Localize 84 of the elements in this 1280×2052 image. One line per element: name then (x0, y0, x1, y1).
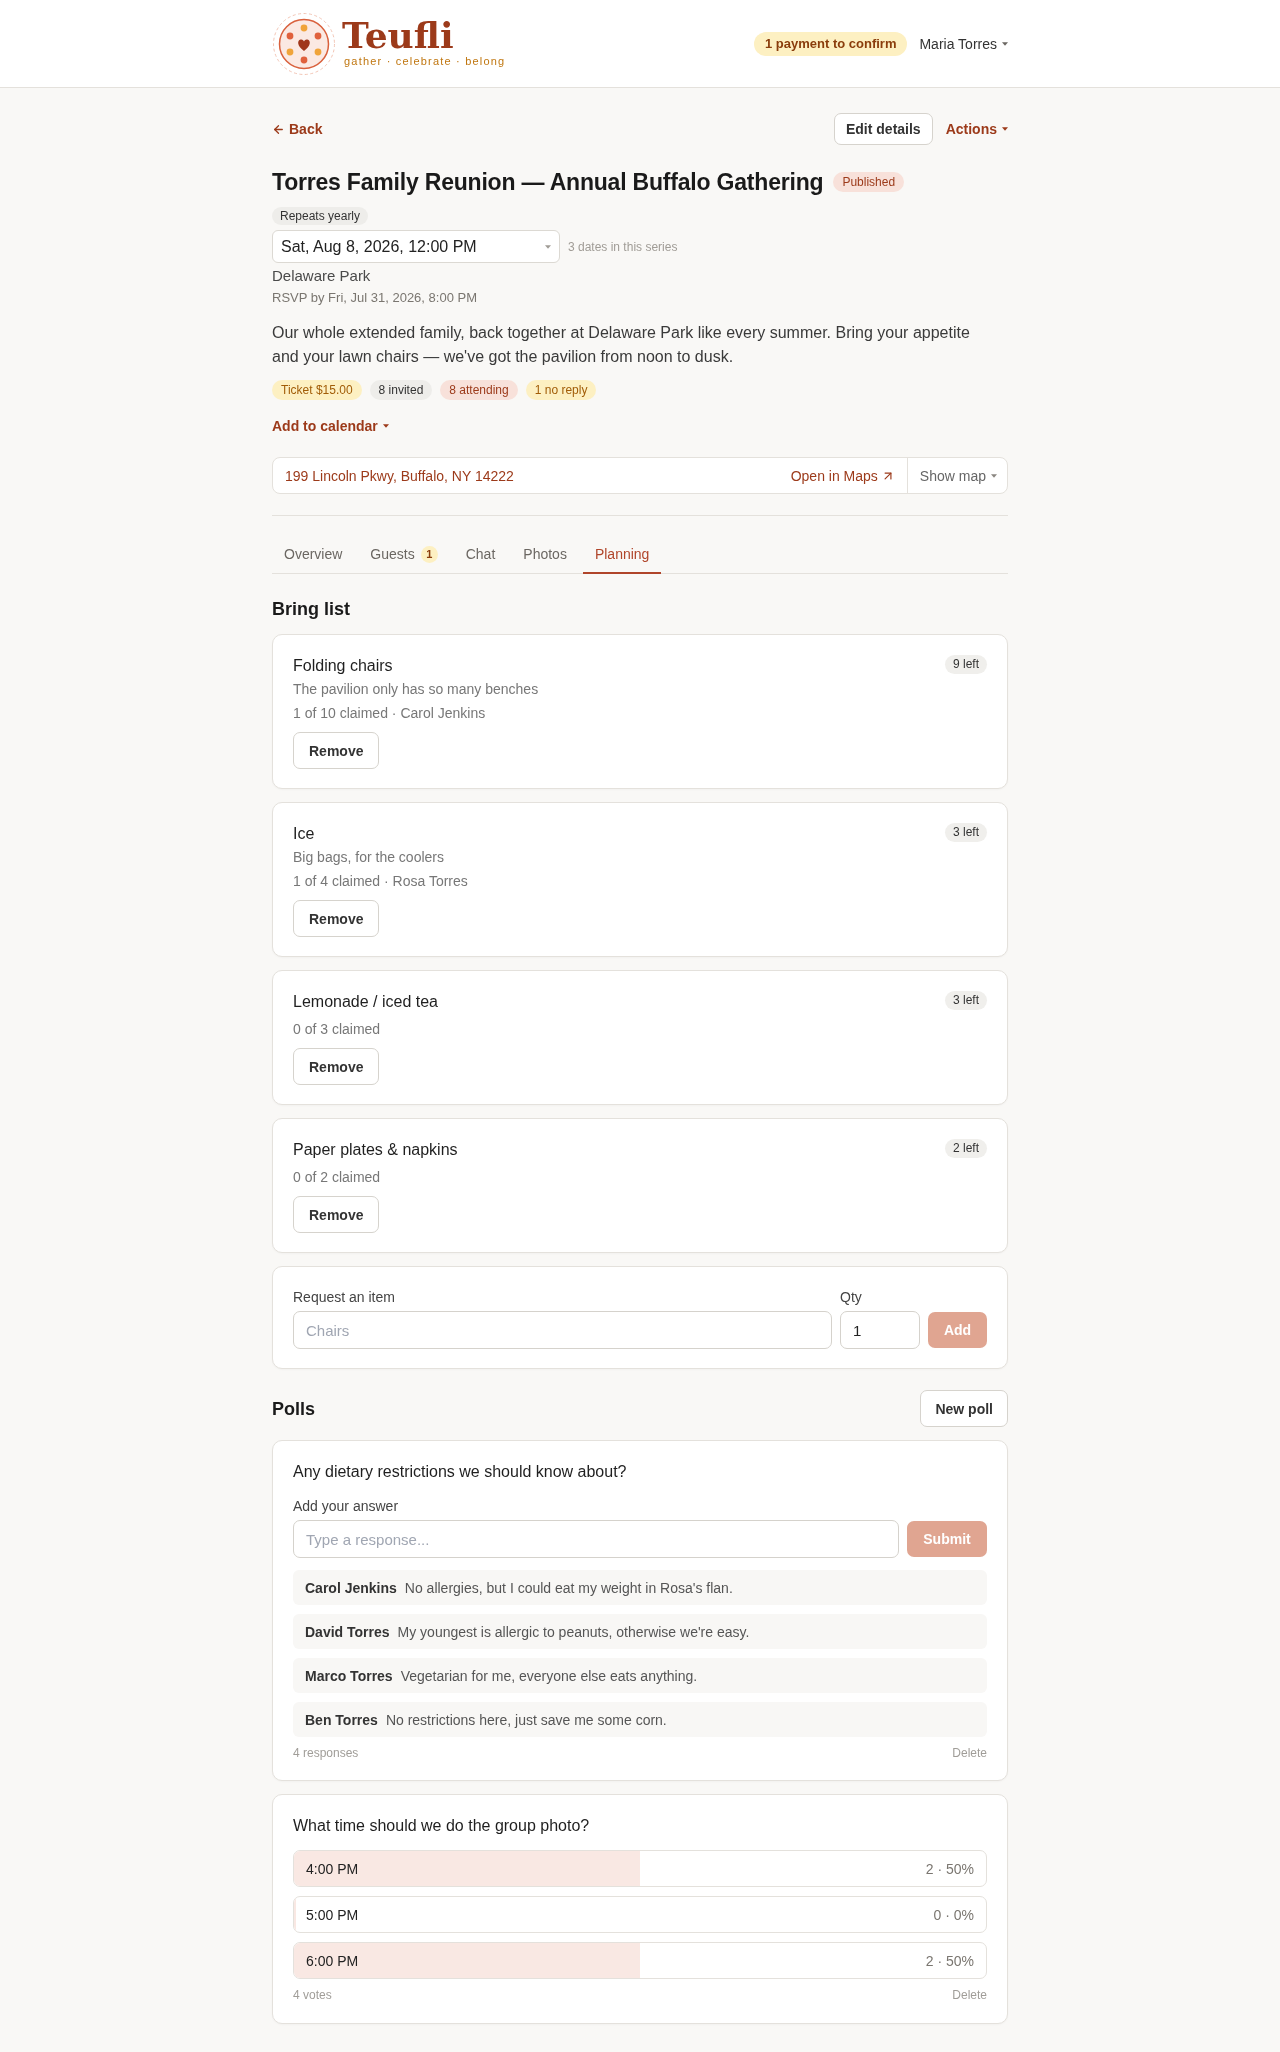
count-badge: 1 (420, 545, 438, 563)
remaining-badge: 2 left (945, 1139, 987, 1158)
item-note: Big bags, for the coolers (293, 848, 445, 867)
remove-button[interactable]: Remove (293, 732, 380, 769)
back-link[interactable]: Back (272, 121, 323, 137)
item-name: Lemonade / iced tea (293, 992, 438, 1012)
payment-notice[interactable]: 1 payment to confirm (754, 31, 908, 56)
field-label: Qty (840, 1288, 863, 1307)
claim-status: 1 of 4 claimed · Rosa Torres (293, 872, 469, 891)
remaining-badge: 9 left (945, 655, 987, 674)
edit-details-button[interactable]: Edit details (833, 113, 933, 145)
address-link[interactable]: 199 Lincoln Pkwy, Buffalo, NY 14222 (273, 467, 779, 484)
rsvp-deadline: RSVP by Fri, Jul 31, 2026, 8:00 PM (272, 289, 478, 307)
tagline: gather · celebrate · belong (343, 54, 506, 68)
remove-button[interactable]: Remove (293, 1196, 380, 1233)
caret-icon (382, 424, 389, 428)
option-label: 5:00 PM (306, 1906, 359, 1923)
tab[interactable]: Guests 1 (358, 536, 450, 574)
venue-name: Delaware Park (272, 266, 372, 286)
series-note: 3 dates in this series (568, 239, 678, 254)
field-label: Add your answer (293, 1497, 400, 1516)
poll-summary: 4 responses (293, 1745, 359, 1761)
item-note: The pavilion only has so many benches (293, 680, 540, 699)
response-text: My youngest is allergic to peanuts, otherwise we're easy. (397, 1623, 750, 1640)
new-poll-button[interactable]: New poll (920, 1390, 1008, 1427)
poll-question: Any dietary restrictions we should know about? (293, 1462, 628, 1482)
vote-result: 2 · 50% (925, 1860, 974, 1877)
claim-status: 0 of 3 claimed (293, 1020, 382, 1039)
logo-icon (272, 11, 336, 76)
option-label: 6:00 PM (306, 1952, 359, 1969)
poll-summary: 4 votes (293, 1987, 332, 2003)
responder-name: Ben Torres (305, 1711, 378, 1728)
answer-input[interactable]: Type a response... (293, 1520, 899, 1558)
actions-menu[interactable]: Actions (945, 119, 1008, 139)
arrow-left-icon (272, 122, 285, 136)
remove-button[interactable]: Remove (293, 1048, 380, 1085)
item-input[interactable]: Chairs (293, 1311, 832, 1349)
event-description: Our whole extended family, back together at Delaware Park like every summer. Bring your appetite and your lawn chairs — we've got the pavilion from noon to dusk. (272, 323, 971, 367)
event-title: Torres Family Reunion — Annual Buffalo Gathering (272, 168, 824, 197)
item-name: Folding chairs (293, 656, 393, 676)
show-map-button[interactable]: Show map (906, 458, 1007, 493)
option-label: 4:00 PM (306, 1860, 359, 1877)
caret-icon (1002, 41, 1008, 46)
claim-status: 1 of 10 claimed · Carol Jenkins (293, 704, 487, 723)
section-heading: Bring list (272, 598, 350, 621)
caret-icon (545, 244, 551, 249)
tab[interactable]: Chat (453, 536, 508, 574)
responder-name: David Torres (305, 1623, 390, 1640)
poll-option[interactable]: 6:00 PM 2 · 50% (293, 1942, 987, 1979)
vote-result: 0 · 0% (933, 1906, 974, 1923)
open-maps-link[interactable]: Open in Maps (778, 458, 907, 493)
field-label: Request an item (293, 1288, 396, 1307)
caret-icon (991, 473, 997, 478)
poll-option[interactable]: 5:00 PM 0 · 0% (293, 1896, 987, 1933)
section-heading: Polls (272, 1397, 315, 1421)
poll-question: What time should we do the group photo? (293, 1816, 591, 1836)
tab[interactable]: Planning (582, 536, 662, 574)
vote-result: 2 · 50% (925, 1952, 974, 1969)
response-text: No allergies, but I could eat my weight in Rosa's flan. (404, 1579, 733, 1596)
status-badge: Published (833, 172, 905, 192)
remove-button[interactable]: Remove (293, 900, 380, 937)
add-to-calendar-menu[interactable]: Add to calendar (272, 416, 389, 436)
date-select[interactable]: Sat, Aug 8, 2026, 12:00 PM (272, 230, 560, 263)
item-name: Paper plates & napkins (293, 1140, 458, 1160)
user-menu[interactable]: Maria Torres (919, 33, 1008, 54)
claim-status: 0 of 2 claimed (293, 1168, 382, 1187)
response-text: Vegetarian for me, everyone else eats anything. (400, 1667, 698, 1684)
remaining-badge: 3 left (945, 991, 987, 1010)
responder-name: Carol Jenkins (305, 1579, 397, 1596)
info-chip: 8 invited (369, 380, 433, 400)
caret-icon (1002, 127, 1008, 131)
recurrence-tag: Repeats yearly (272, 207, 369, 225)
info-chip: 8 attending (440, 380, 518, 400)
info-chip: Ticket $15.00 (272, 380, 362, 400)
qty-input[interactable]: 1 (840, 1311, 920, 1349)
item-name: Ice (293, 824, 315, 844)
info-chip: 1 no reply (525, 380, 597, 400)
response-text: No restrictions here, just save me some corn. (385, 1711, 667, 1728)
remaining-badge: 3 left (945, 823, 987, 842)
tab[interactable]: Photos (511, 536, 579, 574)
brand-name: Teufli (342, 15, 455, 55)
responder-name: Marco Torres (305, 1667, 393, 1684)
poll-option[interactable]: 4:00 PM 2 · 50% (293, 1850, 987, 1887)
tab[interactable]: Overview (272, 536, 355, 574)
